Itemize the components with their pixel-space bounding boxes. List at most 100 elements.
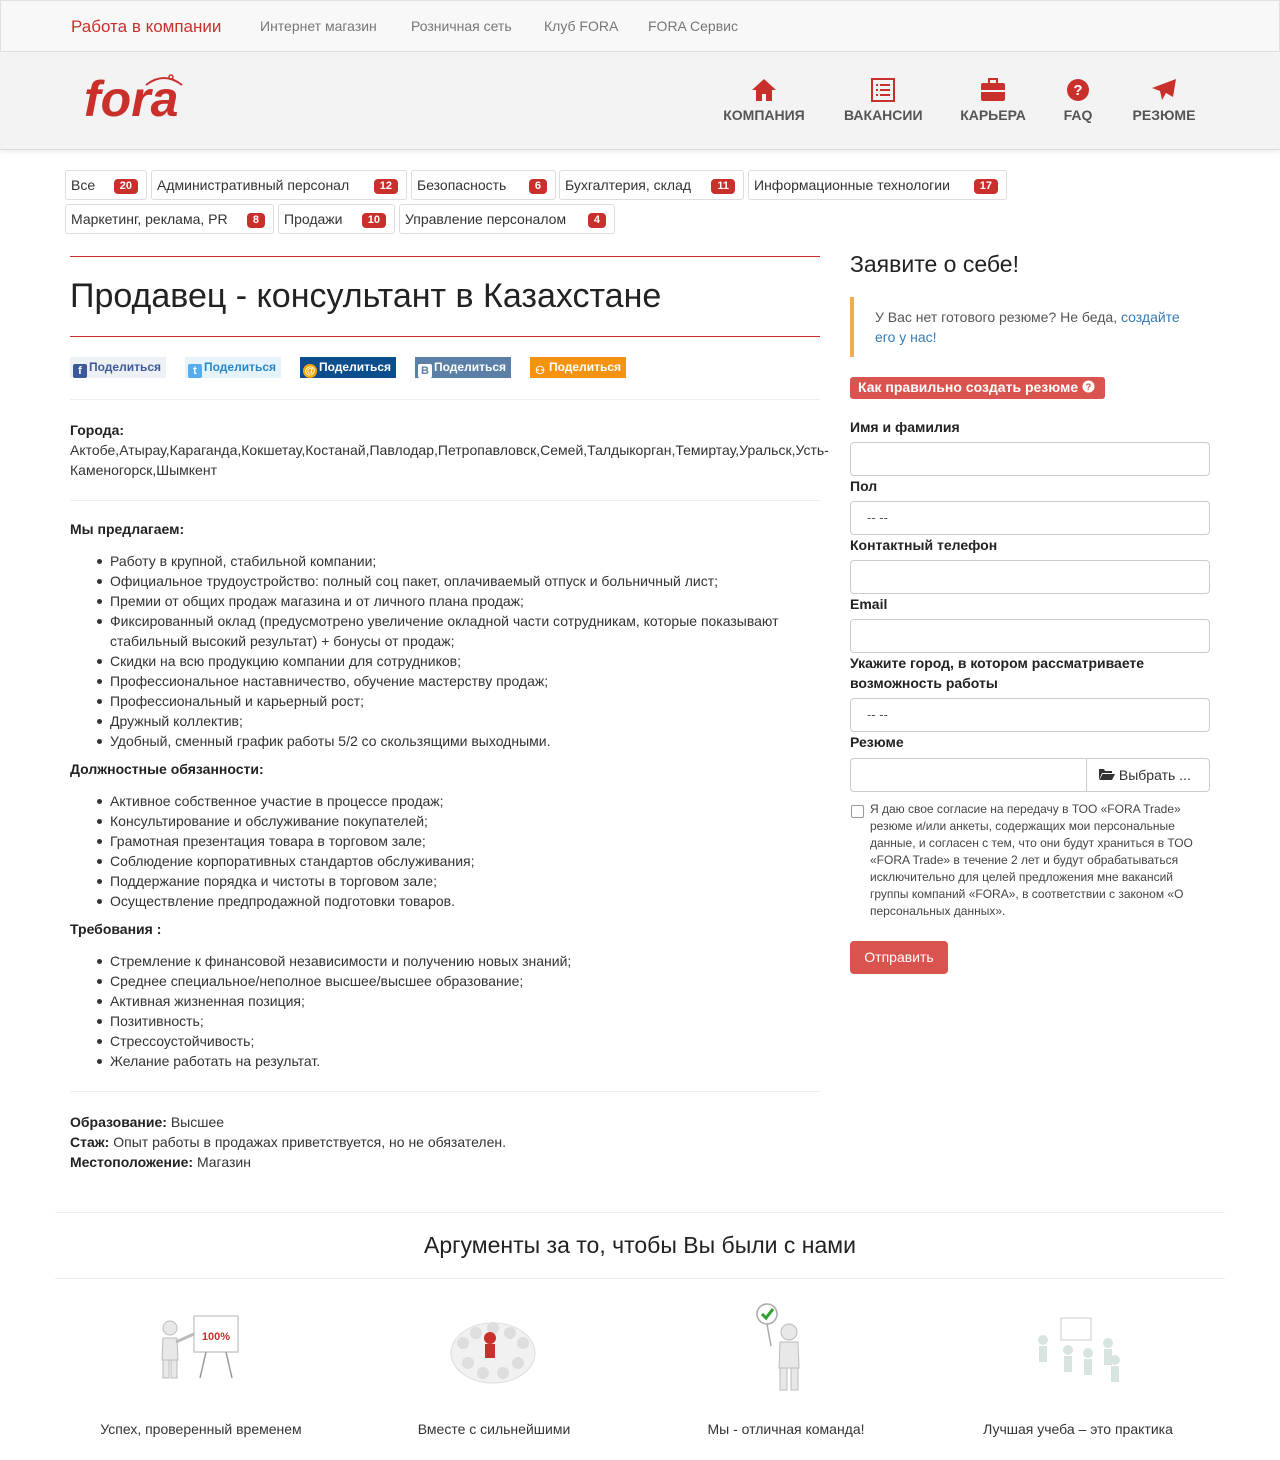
divider <box>70 256 820 257</box>
topnav-club[interactable]: Клуб FORA <box>544 18 618 34</box>
cities-block: Города: Актобе,Атырау,Караганда,Кокшетау… <box>70 420 850 480</box>
teamwork-illustration <box>450 1322 536 1384</box>
location-label: Местоположение: <box>70 1154 194 1170</box>
category-marketing[interactable]: Маркетинг, реклама, PR 8 <box>65 204 274 234</box>
fora-logo[interactable]: fora <box>84 68 194 128</box>
share-ok-button[interactable]: ⚇ Поделиться <box>530 357 627 378</box>
submit-button[interactable]: Отправить <box>850 941 948 974</box>
count-badge: 4 <box>587 213 606 228</box>
argument-caption-3: Мы - отличная команда! <box>707 1421 865 1437</box>
topnav-work[interactable]: Работа в компании <box>71 17 221 37</box>
resume-file-input[interactable] <box>850 758 1087 792</box>
gender-select[interactable]: -- -- <box>850 501 1210 535</box>
count-badge: 8 <box>246 213 265 228</box>
list-item: Грамотная презентация товара в торговом … <box>97 831 810 851</box>
education-value: Высшее <box>170 1114 225 1130</box>
name-input[interactable] <box>850 442 1210 476</box>
svg-text:?: ? <box>1086 382 1092 392</box>
count-badge: 17 <box>973 179 998 194</box>
topnav-service[interactable]: FORA Сервис <box>648 18 738 34</box>
duties-list: Активное собственное участие в процессе … <box>97 791 810 911</box>
email-input[interactable] <box>850 619 1210 653</box>
consent-checkbox[interactable] <box>851 805 864 818</box>
education-label: Образование: <box>70 1114 167 1130</box>
consent-text: Я даю свое согласие на передачу в ТОО «F… <box>870 802 1193 918</box>
list-item: Активное собственное участие в процессе … <box>97 791 810 811</box>
category-admin[interactable]: Административный персонал 12 <box>151 170 407 200</box>
argument-caption-1: Успех, проверенный временем <box>100 1421 302 1437</box>
site-header: fora КОМПАНИЯ ВАКАНСИИ КАРЬЕРА ? FAQ РЕЗ… <box>0 52 1280 150</box>
list-item: Соблюдение корпоративных стандартов обсл… <box>97 851 810 871</box>
facebook-icon: f <box>73 364 87 378</box>
share-vk-button[interactable]: B Поделиться <box>415 357 512 378</box>
list-item: Консультирование и обслуживание покупате… <box>97 811 810 831</box>
nav-faq[interactable]: ? FAQ <box>1060 78 1096 123</box>
offer-list: Работу в крупной, стабильной компании; О… <box>97 551 810 751</box>
category-accounting[interactable]: Бухгалтерия, склад 11 <box>559 170 744 200</box>
ok-icon: ⚇ <box>533 364 547 378</box>
list-item: Дружный коллектив; <box>97 711 810 731</box>
category-all[interactable]: Все 20 <box>65 170 147 200</box>
category-hr[interactable]: Управление персоналом 4 <box>399 204 615 234</box>
question-icon: ? <box>1067 79 1089 101</box>
topnav-shop[interactable]: Интернет магазин <box>260 18 377 34</box>
resume-howto-button[interactable]: Как правильно создать резюме ? <box>850 377 1106 399</box>
resume-label: Резюме <box>850 734 904 750</box>
category-sales[interactable]: Продажи 10 <box>278 204 395 234</box>
top-navigation: Работа в компании Интернет магазин Розни… <box>0 0 1280 52</box>
list-item: Фиксированный оклад (предусмотрено увели… <box>97 611 810 631</box>
share-facebook-button[interactable]: f Поделиться <box>70 357 167 378</box>
nav-resume[interactable]: РЕЗЮМЕ <box>1131 78 1197 123</box>
svg-text:100%: 100% <box>202 1331 230 1343</box>
list-item: Активная жизненная позиция; <box>97 991 810 1011</box>
nav-vacancies[interactable]: ВАКАНСИИ <box>844 78 923 123</box>
svg-text:fora: fora <box>84 71 178 127</box>
arguments-heading: Аргументы за то, чтобы Вы были с нами <box>424 1232 856 1258</box>
question-icon: ? <box>1082 380 1095 393</box>
mailru-icon: @ <box>303 364 317 378</box>
topnav-retail[interactable]: Розничная сеть <box>411 18 512 34</box>
list-item: Работу в крупной, стабильной компании; <box>97 551 810 571</box>
twitter-icon: t <box>188 364 202 378</box>
count-badge: 12 <box>373 179 398 194</box>
list-item: Премии от общих продаж магазина и от лич… <box>97 591 810 611</box>
briefcase-icon <box>981 78 1005 101</box>
count-badge: 20 <box>113 179 138 194</box>
cities-line-2: Каменогорск,Шымкент <box>70 462 217 478</box>
list-item: Стремление к финансовой независимости и … <box>97 951 810 971</box>
apply-heading: Заявите о себе! <box>850 251 1019 277</box>
home-icon <box>752 79 776 101</box>
list-item: Позитивность; <box>97 1011 810 1031</box>
practice-illustration <box>1038 1317 1120 1382</box>
list-item: Удобный, сменный график работы 5/2 со ск… <box>97 731 810 751</box>
requirements-list: Стремление к финансовой независимости и … <box>97 951 810 1071</box>
category-security[interactable]: Безопасность 6 <box>411 170 556 200</box>
choose-file-button[interactable]: Выбрать ... <box>1086 758 1210 792</box>
vacancy-title: Продавец - консультант в Казахстане <box>70 277 662 315</box>
phone-label: Контактный телефон <box>850 537 998 553</box>
city-select[interactable]: -- -- <box>850 698 1210 732</box>
category-it[interactable]: Информационные технологии 17 <box>748 170 1007 200</box>
list-item: Поддержание порядка и чистоты в торговом… <box>97 871 810 891</box>
share-twitter-button[interactable]: t Поделиться <box>185 357 282 378</box>
divider <box>55 1278 1225 1279</box>
phone-input[interactable] <box>850 560 1210 594</box>
create-resume-link[interactable]: создайте <box>1121 309 1180 325</box>
name-label: Имя и фамилия <box>850 419 960 435</box>
success-illustration: 100% <box>161 1315 239 1379</box>
list-icon <box>871 78 895 102</box>
cities-label: Города: <box>70 422 125 438</box>
svg-text:?: ? <box>1073 82 1082 99</box>
email-label: Email <box>850 596 888 612</box>
divider <box>70 500 820 501</box>
list-item: Осуществление предпродажной подготовки т… <box>97 891 810 911</box>
list-item: Профессиональное наставничество, обучени… <box>97 671 810 691</box>
requirements-heading: Требования : <box>70 921 162 937</box>
divider <box>55 1212 1225 1213</box>
create-resume-link-2[interactable]: его у нас! <box>875 329 937 345</box>
gender-label: Пол <box>850 478 878 494</box>
nav-company[interactable]: КОМПАНИЯ <box>723 78 805 123</box>
folder-open-icon <box>1099 769 1115 780</box>
share-mailru-button[interactable]: @ Поделиться <box>300 357 397 378</box>
nav-career[interactable]: КАРЬЕРА <box>960 78 1026 123</box>
